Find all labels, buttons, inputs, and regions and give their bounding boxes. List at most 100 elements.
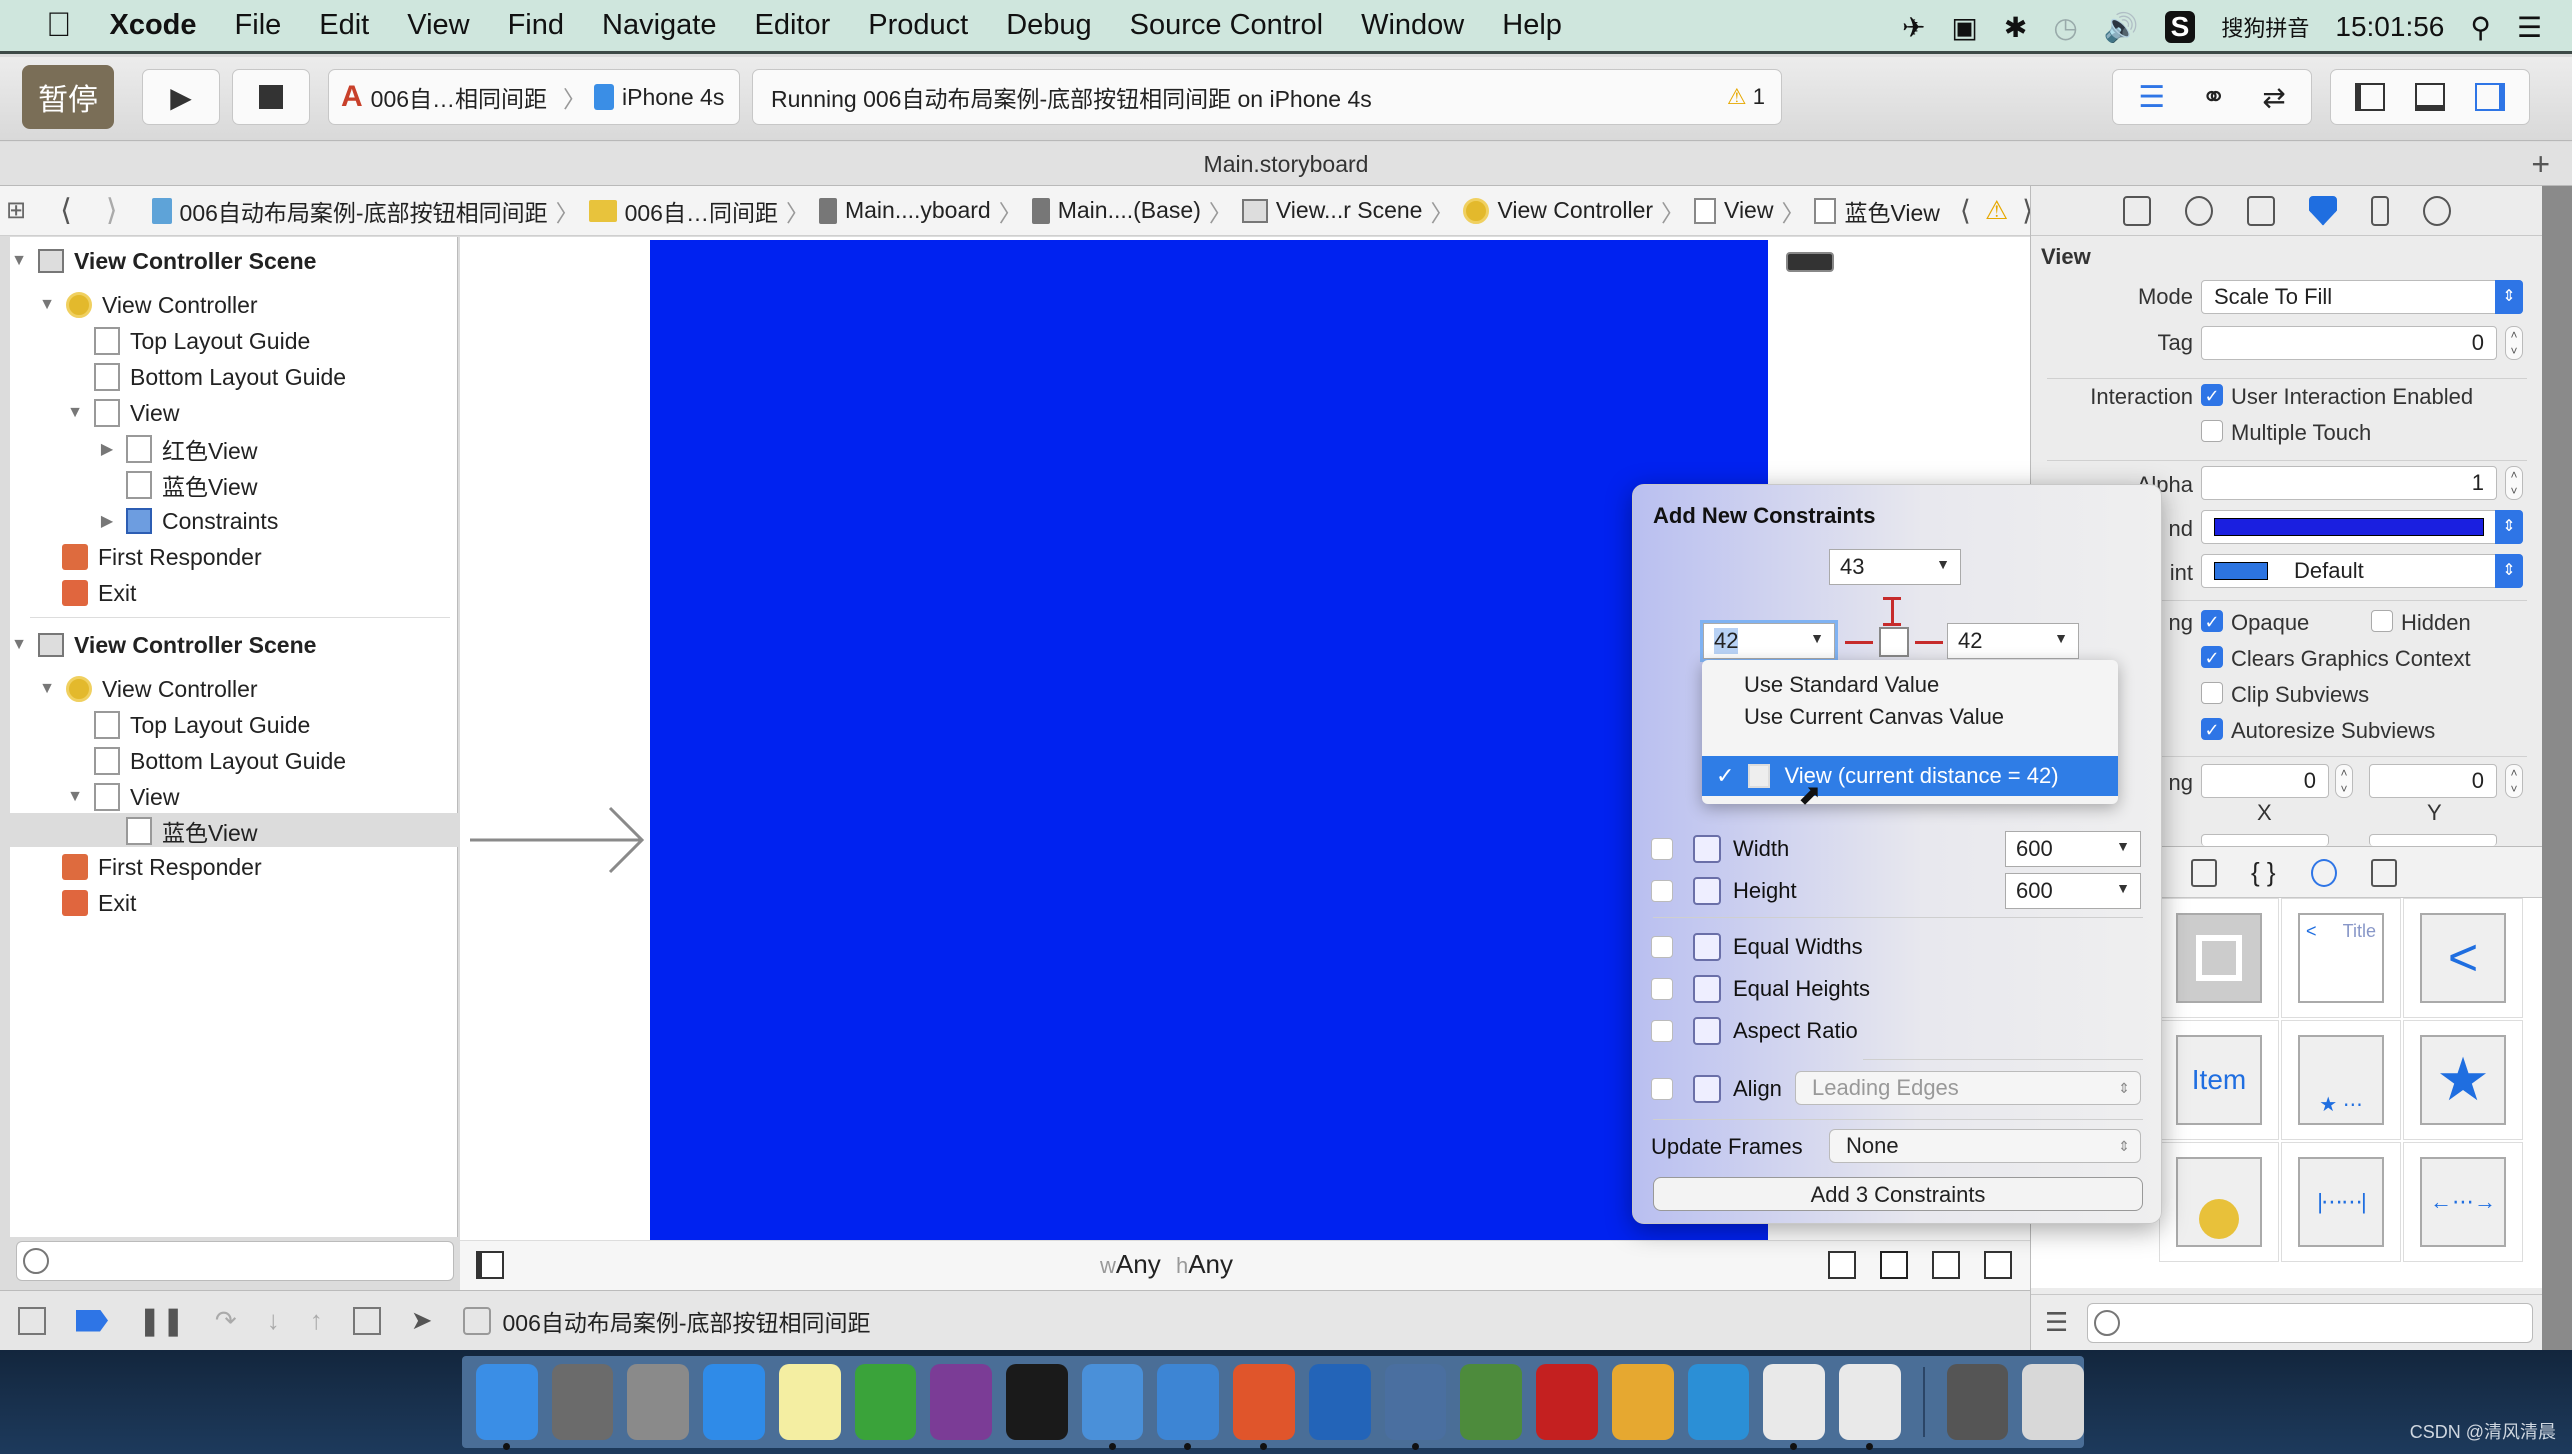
disclosure-open-icon[interactable]: ▼ xyxy=(66,404,84,422)
resolve-issues-icon[interactable] xyxy=(1932,1251,1960,1279)
version-editor-icon[interactable]: ⇄ xyxy=(2262,81,2285,114)
alpha-stepper[interactable]: ˄ ˅ xyxy=(2505,466,2523,500)
dock-powerpoint-icon[interactable] xyxy=(1233,1364,1295,1450)
dock-screenshot-icon[interactable] xyxy=(1308,1364,1371,1440)
user-interaction-checkbox[interactable]: ✓ xyxy=(2201,384,2223,406)
related-items-icon[interactable]: ⊞ xyxy=(6,196,26,225)
step-over-icon[interactable]: ↷ xyxy=(215,1305,237,1336)
top-spacing-field[interactable]: 43 ▼ xyxy=(1829,549,1961,585)
file-template-library-icon[interactable] xyxy=(2191,859,2217,887)
outline-item[interactable]: Exit xyxy=(62,885,136,921)
forward-icon[interactable]: ⟩ xyxy=(106,193,118,228)
pause-icon[interactable]: ❚❚ xyxy=(138,1304,185,1337)
menu-edit[interactable]: Edit xyxy=(319,9,369,42)
menu-find[interactable]: Find xyxy=(508,9,564,42)
breadcrumb-blue-view[interactable]: 蓝色View xyxy=(1814,194,1940,228)
spotlight-icon[interactable]: ⚲ xyxy=(2470,11,2491,44)
hidden-checkbox[interactable] xyxy=(2371,610,2393,632)
disclosure-open-icon[interactable]: ▼ xyxy=(38,296,56,314)
outline-item[interactable]: Bottom Layout Guide xyxy=(94,743,346,779)
disclosure-open-icon[interactable]: ▼ xyxy=(10,252,28,270)
dock-pro-app-icon[interactable] xyxy=(1460,1364,1523,1440)
standard-editor-icon[interactable]: ☰ xyxy=(2138,80,2165,115)
editor-tab[interactable]: Main.storyboard + xyxy=(0,142,2572,186)
stop-button[interactable] xyxy=(232,69,310,125)
dock-finder-icon[interactable] xyxy=(476,1364,538,1450)
library-item-view[interactable] xyxy=(2159,898,2279,1018)
library-item-tab-bar-item[interactable]: ★ xyxy=(2403,1020,2523,1140)
disclosure-open-icon[interactable]: ▼ xyxy=(10,636,28,654)
width-field[interactable]: 600 ▼ xyxy=(2005,831,2141,867)
dock-launchpad-icon[interactable] xyxy=(627,1364,690,1440)
issue-warning-icon[interactable]: ⚠ xyxy=(1985,195,2008,226)
breakpoints-icon[interactable] xyxy=(76,1309,108,1332)
stretch-y-field[interactable]: 0 xyxy=(2369,764,2497,798)
stretch-height-field[interactable] xyxy=(2369,834,2497,846)
hide-debug-area-icon[interactable] xyxy=(18,1306,46,1335)
disclosure-open-icon[interactable]: ▼ xyxy=(66,788,84,806)
dock-notes-icon[interactable] xyxy=(778,1364,841,1440)
breadcrumb-project[interactable]: 006自动布局案例-底部按钮相同间距 xyxy=(151,194,548,228)
dock-document-2-icon[interactable] xyxy=(1838,1364,1901,1450)
menu-item-use-standard-value[interactable]: Use Standard Value xyxy=(1744,672,1939,698)
align-icon[interactable] xyxy=(1828,1251,1856,1279)
breadcrumb-storyboard[interactable]: Main....yboard xyxy=(818,197,991,224)
tint-color-select[interactable]: Default ⇕ xyxy=(2201,554,2523,588)
view-debugger-icon[interactable] xyxy=(352,1306,381,1335)
library-item-flexible-space[interactable]: ←⋯→ xyxy=(2403,1142,2523,1262)
time-machine-icon[interactable]: ◷ xyxy=(2053,11,2077,44)
breadcrumb-scene[interactable]: View...r Scene xyxy=(1241,197,1422,224)
outline-item[interactable]: ▼ View xyxy=(66,395,179,431)
media-library-icon[interactable] xyxy=(2371,859,2397,887)
menu-item-view-distance[interactable]: ✓ View (current distance = 42) xyxy=(1702,756,2118,796)
menu-window[interactable]: Window xyxy=(1361,9,1464,42)
outline-item[interactable]: Top Layout Guide xyxy=(94,323,310,359)
mode-select[interactable]: Scale To Fill ⇕ xyxy=(2201,280,2523,314)
opaque-checkbox[interactable]: ✓ xyxy=(2201,610,2223,632)
toggle-debug-area-icon[interactable] xyxy=(2415,83,2445,111)
dock-terminal-icon[interactable] xyxy=(1006,1364,1068,1440)
equal-heights-checkbox[interactable] xyxy=(1651,978,1673,1000)
toggle-navigator-icon[interactable] xyxy=(2355,83,2385,111)
screen-record-icon[interactable]: ▣ xyxy=(1951,11,1977,44)
equal-widths-checkbox[interactable] xyxy=(1651,936,1673,958)
apple-menu-icon[interactable]:  xyxy=(46,6,72,45)
dock-document-1-icon[interactable] xyxy=(1763,1364,1825,1450)
update-frames-select[interactable]: None ⇕ xyxy=(1829,1129,2141,1163)
dock-photo-booth-icon[interactable] xyxy=(1384,1364,1447,1450)
library-item-bar-button[interactable]: Item xyxy=(2159,1020,2279,1140)
width-checkbox[interactable] xyxy=(1651,838,1673,860)
menu-source-control[interactable]: Source Control xyxy=(1130,9,1323,42)
clock[interactable]: 15:01:56 xyxy=(2335,11,2444,43)
add-constraints-button[interactable]: Add 3 Constraints xyxy=(1653,1177,2143,1211)
outline-item[interactable]: ▼ View xyxy=(66,779,179,815)
file-inspector-icon[interactable] xyxy=(2123,195,2151,226)
align-select[interactable]: Leading Edges ⇕ xyxy=(1795,1071,2141,1105)
list-view-icon[interactable]: ☰ xyxy=(2045,1307,2068,1338)
outline-item[interactable]: 蓝色View xyxy=(126,467,257,503)
stretch-x-stepper[interactable]: ˄ ˅ xyxy=(2335,764,2353,798)
library-item-tab-bar[interactable]: ★ ⋯ xyxy=(2281,1020,2401,1140)
leading-spacing-field[interactable]: 42 ▼ xyxy=(1703,623,1835,659)
outline-item[interactable]: ▶ 红色View xyxy=(98,431,257,467)
dock-xcode-icon[interactable] xyxy=(1081,1364,1144,1450)
dock-instruments-icon[interactable] xyxy=(1157,1364,1220,1450)
warning-count[interactable]: ⚠ 1 xyxy=(1727,84,1765,110)
outline-scene-2[interactable]: ▼ View Controller Scene xyxy=(10,627,316,663)
toggle-utilities-icon[interactable] xyxy=(2475,83,2505,111)
location-icon[interactable]: ➤ xyxy=(411,1305,433,1336)
menu-debug[interactable]: Debug xyxy=(1006,9,1091,42)
dock-onenote-icon[interactable] xyxy=(930,1364,993,1440)
size-inspector-icon[interactable] xyxy=(2371,195,2389,226)
bluetooth-icon[interactable]: ✱ xyxy=(2004,11,2027,44)
dock-utility-icon[interactable] xyxy=(1611,1364,1674,1440)
object-library-icon[interactable] xyxy=(2311,859,2337,887)
scheme-selector[interactable]: A 006自…相同间距 〉 iPhone 4s xyxy=(328,69,740,125)
resizing-behavior-icon[interactable] xyxy=(1984,1251,2012,1279)
library-item-navigation-bar[interactable]: < Title xyxy=(2281,898,2401,1018)
volume-icon[interactable]: 🔊 xyxy=(2104,11,2139,44)
background-color-select[interactable]: ⇕ xyxy=(2201,510,2523,544)
library-item-fixed-space[interactable]: |⋯⋯| xyxy=(2281,1142,2401,1262)
outline-item[interactable]: First Responder xyxy=(62,849,262,885)
assistant-editor-icon[interactable]: ⚭ xyxy=(2201,80,2226,115)
